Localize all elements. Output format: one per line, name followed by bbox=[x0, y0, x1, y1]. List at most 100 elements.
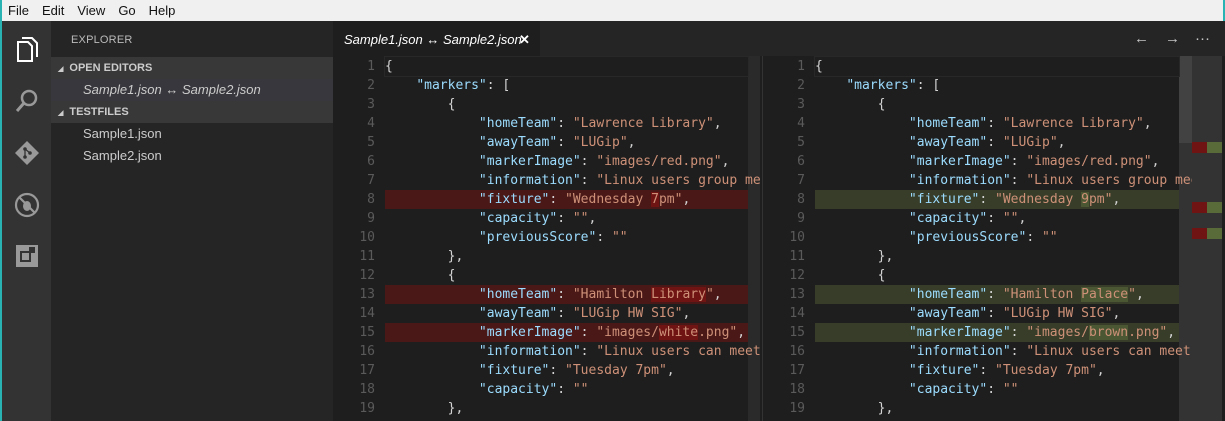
line-number: 5 bbox=[367, 135, 375, 150]
modified-editor[interactable]: 1 {2 "markers": [3 {4 "homeTeam": "Lawren… bbox=[762, 56, 1192, 421]
punctuation bbox=[385, 173, 479, 188]
line-number: 3 bbox=[367, 97, 375, 112]
json-key: "capacity" bbox=[908, 382, 988, 397]
json-string: " bbox=[705, 287, 714, 302]
tab-diff[interactable]: Sample1.json ↔ Sample2.json ✕ bbox=[333, 21, 540, 56]
json-string: "" bbox=[572, 382, 589, 397]
punctuation: : bbox=[557, 382, 573, 397]
punctuation bbox=[815, 382, 909, 397]
code-line: { bbox=[384, 56, 749, 77]
json-string: "images/red.png" bbox=[596, 154, 722, 169]
json-string: "Lawrence Library" bbox=[572, 116, 714, 131]
punctuation: : bbox=[596, 230, 612, 245]
line-number: 2 bbox=[797, 78, 805, 93]
line-number: 14 bbox=[359, 306, 375, 321]
punctuation: : bbox=[580, 325, 597, 340]
search-icon[interactable] bbox=[2, 81, 51, 121]
open-editor-item[interactable]: Sample1.json ↔ Sample2.json bbox=[51, 79, 333, 101]
json-string: "" bbox=[1002, 382, 1019, 397]
scrollbar[interactable] bbox=[748, 56, 760, 421]
json-string: "images/ bbox=[596, 325, 659, 340]
line-number: 1 bbox=[367, 59, 375, 74]
close-icon[interactable]: ✕ bbox=[519, 21, 530, 58]
line-number: 6 bbox=[797, 154, 805, 169]
code-line: "awayTeam": "LUGip", bbox=[815, 133, 1179, 152]
line-number: 19 bbox=[359, 401, 375, 416]
punctuation: { bbox=[815, 59, 823, 74]
punctuation: , bbox=[1112, 192, 1121, 207]
file-sample2[interactable]: Sample2.json bbox=[51, 145, 333, 167]
line-number: 15 bbox=[359, 325, 375, 340]
json-string: "Hamilton bbox=[1002, 287, 1082, 302]
overview-ruler[interactable] bbox=[1192, 56, 1222, 421]
punctuation: , bbox=[1018, 211, 1027, 226]
menu-help[interactable]: Help bbox=[143, 3, 183, 18]
punctuation: : bbox=[987, 306, 1003, 321]
code-line: { bbox=[385, 95, 748, 114]
menu-go[interactable]: Go bbox=[112, 3, 142, 18]
punctuation: { bbox=[385, 268, 456, 283]
code-line: { bbox=[815, 95, 1179, 114]
line-number: 5 bbox=[797, 135, 805, 150]
code-line: "information": "Linux users can meet eve… bbox=[815, 342, 1191, 361]
code-line: "markerImage": "images/red.png", bbox=[385, 152, 748, 171]
code-line: }, bbox=[815, 399, 1179, 418]
activity-bar bbox=[0, 21, 51, 421]
json-key: "markerImage" bbox=[908, 154, 1011, 169]
changed-text: Library bbox=[651, 287, 706, 302]
json-key: "capacity" bbox=[908, 211, 988, 226]
punctuation bbox=[385, 287, 479, 302]
line-number: 7 bbox=[797, 173, 805, 188]
punctuation: , bbox=[627, 135, 636, 150]
json-string: "Tuesday 7pm" bbox=[565, 363, 667, 378]
code-line: "capacity": "" bbox=[815, 380, 1179, 399]
git-icon[interactable] bbox=[2, 133, 51, 173]
insertion-marker bbox=[1207, 202, 1222, 213]
menu-edit[interactable]: Edit bbox=[36, 3, 71, 18]
punctuation bbox=[815, 325, 909, 340]
menu-file[interactable]: File bbox=[2, 3, 36, 18]
punctuation: : bbox=[987, 287, 1003, 302]
punctuation bbox=[815, 116, 909, 131]
punctuation: : bbox=[580, 344, 597, 359]
line-number: 8 bbox=[797, 192, 805, 207]
json-string: "Linux users can meet every Tuesday." bbox=[1026, 344, 1191, 359]
scrollbar[interactable] bbox=[1179, 56, 1192, 421]
changed-text: Palace bbox=[1081, 287, 1129, 302]
line-number: 11 bbox=[789, 249, 805, 264]
json-key: "fixture" bbox=[478, 363, 550, 378]
json-key: "information" bbox=[908, 344, 1011, 359]
menu-view[interactable]: View bbox=[71, 3, 112, 18]
punctuation: : [ bbox=[916, 78, 941, 93]
files-icon[interactable] bbox=[2, 30, 51, 70]
debug-icon[interactable] bbox=[2, 185, 51, 225]
scrollbar-thumb[interactable] bbox=[1179, 56, 1192, 143]
json-key: "capacity" bbox=[478, 382, 558, 397]
punctuation: : bbox=[549, 363, 566, 378]
json-string: "Linux users group meets second Wednesda… bbox=[596, 173, 760, 188]
punctuation bbox=[385, 325, 479, 340]
line-number: 16 bbox=[359, 344, 375, 359]
insertion-marker bbox=[1207, 142, 1222, 153]
collapse-triangle-icon: ◢ bbox=[58, 110, 64, 117]
punctuation: , bbox=[713, 116, 722, 131]
testfiles-folder[interactable]: ◢ TESTFILES bbox=[51, 101, 333, 123]
punctuation: : bbox=[557, 116, 573, 131]
line-number: 13 bbox=[789, 287, 805, 302]
json-string: "LUGip HW SIG" bbox=[1002, 306, 1113, 321]
next-change-icon[interactable]: → bbox=[1165, 21, 1180, 56]
json-string: "LUGip" bbox=[1002, 135, 1058, 150]
line-number: 4 bbox=[367, 116, 375, 131]
code-line: "fixture": "Tuesday 7pm", bbox=[815, 361, 1179, 380]
punctuation: : bbox=[987, 135, 1003, 150]
more-actions-icon[interactable]: ··· bbox=[1195, 21, 1210, 56]
menu-bar: File Edit View Go Help bbox=[0, 0, 1225, 21]
open-editors-section[interactable]: ◢ OPEN EDITORS bbox=[51, 57, 333, 79]
original-editor[interactable]: 1 {2 "markers": [3 {4 "homeTeam": "Lawren… bbox=[333, 56, 760, 421]
extensions-icon[interactable] bbox=[2, 236, 51, 276]
previous-change-icon[interactable]: ← bbox=[1134, 21, 1149, 56]
code-line: "markers": [ bbox=[385, 76, 748, 95]
file-sample1[interactable]: Sample1.json bbox=[51, 123, 333, 145]
punctuation bbox=[815, 344, 909, 359]
punctuation: : bbox=[987, 382, 1003, 397]
